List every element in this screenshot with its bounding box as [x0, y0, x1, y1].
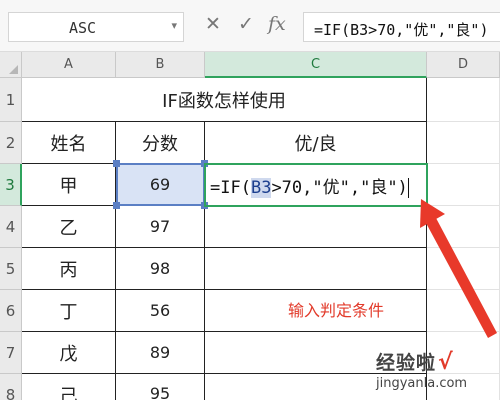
header-grade-cell[interactable]: 优/良 — [205, 122, 427, 164]
cell-d1[interactable] — [427, 78, 500, 122]
row-header-5[interactable]: 5 — [0, 248, 22, 290]
cell-d2[interactable] — [427, 122, 500, 164]
row-header-6[interactable]: 6 — [0, 290, 22, 332]
confirm-icon[interactable]: ✓ — [238, 13, 254, 35]
cell-a8[interactable]: 己 — [22, 374, 116, 400]
cell-a7[interactable]: 戊 — [22, 332, 116, 374]
resize-handle[interactable] — [201, 160, 208, 167]
row-header-4[interactable]: 4 — [0, 206, 22, 248]
row-header-7[interactable]: 7 — [0, 332, 22, 374]
cell-a5[interactable]: 丙 — [22, 248, 116, 290]
cell-a4[interactable]: 乙 — [22, 206, 116, 248]
column-header-c[interactable]: C — [205, 52, 427, 78]
chevron-down-icon[interactable]: ▾ — [171, 19, 177, 32]
cell-b7[interactable]: 89 — [116, 332, 205, 374]
name-box-value: ASC — [69, 19, 97, 37]
cell-d6[interactable] — [427, 290, 500, 332]
title-cell[interactable]: IF函数怎样使用 — [22, 78, 427, 122]
formula-bar: ASC ▾ ✕ ✓ fx =IF(B3>70,"优","良") — [0, 0, 500, 52]
cell-c5[interactable] — [205, 248, 427, 290]
cell-c4[interactable] — [205, 206, 427, 248]
insert-function-icon[interactable]: fx — [268, 13, 286, 35]
header-score-cell[interactable]: 分数 — [116, 122, 205, 164]
cell-a6[interactable]: 丁 — [22, 290, 116, 332]
row-header-3[interactable]: 3 — [0, 164, 22, 206]
formula-suffix: >70,"优","良") — [271, 178, 408, 198]
cell-b8[interactable]: 95 — [116, 374, 205, 400]
column-header-b[interactable]: B — [116, 52, 205, 78]
header-name-cell[interactable]: 姓名 — [22, 122, 116, 164]
watermark-logo: 经验啦√ — [376, 348, 454, 375]
checkmark-icon: √ — [438, 350, 454, 375]
column-header-d[interactable]: D — [427, 52, 500, 78]
cell-a3[interactable]: 甲 — [22, 164, 116, 206]
row-header-8[interactable]: 8 — [0, 374, 22, 400]
resize-handle[interactable] — [113, 202, 120, 209]
formula-input[interactable]: =IF(B3>70,"优","良") — [303, 12, 500, 42]
cell-b4[interactable]: 97 — [116, 206, 205, 248]
select-all-corner[interactable] — [0, 52, 22, 78]
text-caret — [407, 178, 409, 198]
watermark-url: jingyanla.com — [376, 376, 468, 391]
in-cell-formula-editor[interactable]: =IF(B3>70,"优","良") — [210, 173, 409, 198]
cell-b5[interactable]: 98 — [116, 248, 205, 290]
watermark: 经验啦√ jingyanla.com — [376, 348, 500, 400]
formula-reference-b3: B3 — [250, 178, 272, 198]
cancel-icon[interactable]: ✕ — [205, 13, 221, 35]
formula-prefix: =IF( — [210, 178, 251, 198]
column-header-a[interactable]: A — [22, 52, 116, 78]
resize-handle[interactable] — [201, 202, 208, 209]
annotation-text: 输入判定条件 — [288, 301, 385, 320]
cell-b6[interactable]: 56 — [116, 290, 205, 332]
cell-d4[interactable] — [427, 206, 500, 248]
row-header-1[interactable]: 1 — [0, 78, 22, 122]
name-box[interactable]: ASC ▾ — [8, 12, 184, 42]
watermark-brand: 经验啦 — [376, 352, 437, 374]
row-header-2[interactable]: 2 — [0, 122, 22, 164]
cell-d5[interactable] — [427, 248, 500, 290]
cell-b3[interactable]: 69 — [116, 164, 205, 206]
formula-text: =IF(B3>70,"优","良") — [314, 21, 489, 39]
cell-d3[interactable] — [427, 164, 500, 206]
resize-handle[interactable] — [113, 160, 120, 167]
